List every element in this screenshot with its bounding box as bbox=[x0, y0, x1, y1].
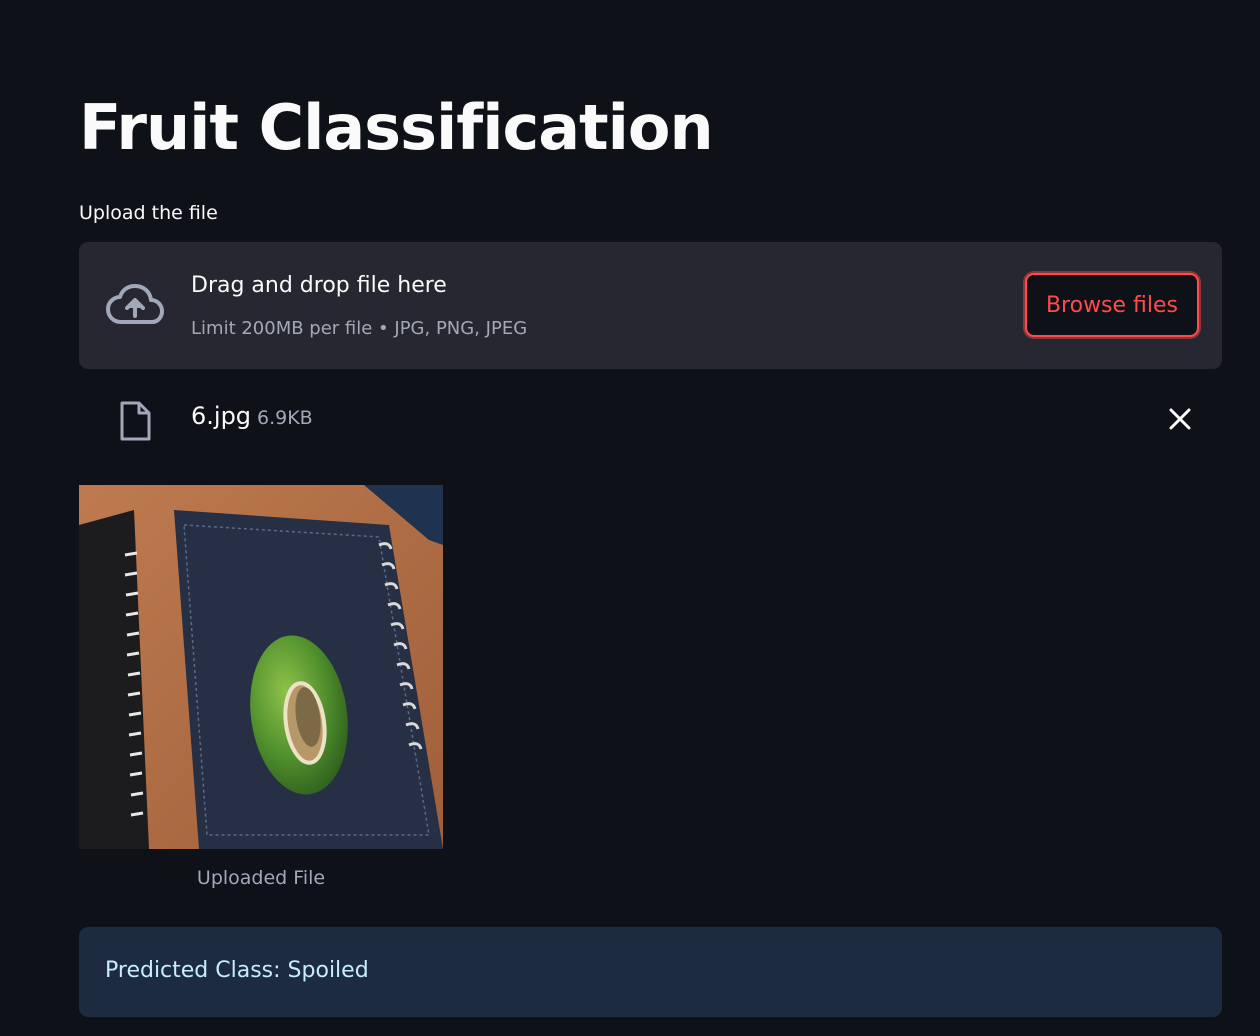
file-size: 6.9KB bbox=[257, 407, 313, 429]
prediction-text: Predicted Class: Spoiled bbox=[105, 958, 369, 983]
close-icon[interactable] bbox=[1165, 404, 1195, 434]
prediction-alert: Predicted Class: Spoiled bbox=[79, 927, 1222, 1017]
upload-label: Upload the file bbox=[79, 202, 218, 224]
uploaded-file-item: 6.jpg 6.9KB bbox=[79, 392, 1222, 448]
file-icon bbox=[120, 401, 151, 441]
dropzone-instructions: Drag and drop file here bbox=[191, 273, 447, 298]
page-title: Fruit Classification bbox=[79, 91, 714, 164]
dropzone-limit-text: Limit 200MB per file • JPG, PNG, JPEG bbox=[191, 318, 528, 339]
uploaded-image bbox=[79, 485, 443, 849]
image-caption: Uploaded File bbox=[196, 867, 326, 889]
cloud-upload-icon bbox=[106, 284, 164, 324]
file-name: 6.jpg bbox=[191, 402, 252, 430]
file-dropzone[interactable]: Drag and drop file here Limit 200MB per … bbox=[79, 242, 1222, 369]
browse-files-button[interactable]: Browse files bbox=[1025, 273, 1199, 337]
app-main: Fruit Classification Upload the file Dra… bbox=[0, 0, 1260, 1036]
